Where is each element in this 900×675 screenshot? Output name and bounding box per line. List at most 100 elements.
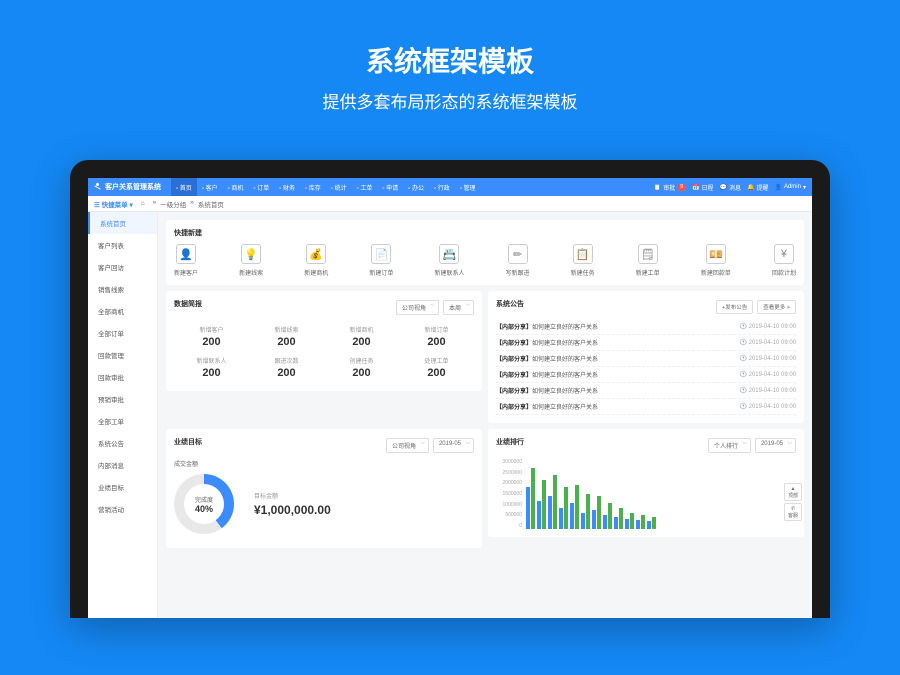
scroll-top-button[interactable]: ▲顶部 [784,483,802,501]
topnav-item[interactable]: ▫ 申请 [377,178,403,196]
goal-month-select[interactable]: 2019-05 [433,438,474,453]
quickcreate-item[interactable]: 📄新建订单 [369,244,393,277]
quickcreate-item[interactable]: 👤新建客户 [174,244,198,277]
target-amount: ¥1,000,000.00 [254,503,331,517]
sidebar-item[interactable]: 系统公告 [88,432,157,454]
sidebar-item[interactable]: 全部工单 [88,410,157,432]
quickcreate-item[interactable]: 🗒新建工单 [636,244,660,277]
sidebar-item[interactable]: 全部订单 [88,322,157,344]
app-logo[interactable]: 客户关系管理系统 [94,182,161,192]
qc-icon: 📇 [439,244,459,264]
topnav-item[interactable]: ▫ 首页 [171,178,197,196]
sidebar-item[interactable]: 营销活动 [88,498,157,520]
content-area: 快捷新建 👤新建客户 💡新建线索 💰新建商机 📄新建订单 📇新建联系人 ✏写新跟进 📋新建任… [158,212,812,618]
sidebar-item[interactable]: 客户回访 [88,256,157,278]
chart-bar [647,521,651,529]
sub-bar: ☰ 快捷菜单 ▾ ⌂ » 一级分组 » 系统首页 [88,196,812,212]
topnav-item[interactable]: ▫ 办公 [403,178,429,196]
notice-item[interactable]: 【内部分享】如何建立良好的客户关系🕐 2019-04-10 09:00 [496,383,796,399]
qc-icon: 🗒 [638,244,658,264]
stat-item: 新增订单200 [399,321,474,352]
qc-icon: ✏ [508,244,528,264]
publish-notice-button[interactable]: +发布公告 [716,300,753,314]
chart-bar [581,513,585,529]
chart-bar [608,503,612,529]
quickcreate-item[interactable]: ¥回款计划 [772,244,796,277]
topnav-item[interactable]: ▫ 订单 [248,178,274,196]
schedule-link[interactable]: 📅日程 [692,183,714,192]
target-label: 目标金额 [254,491,331,500]
topnav-item[interactable]: ▫ 商机 [223,178,249,196]
chart-bar [597,496,601,529]
view-more-button[interactable]: 查看更多 > [757,300,796,314]
stat-item: 新增联系人200 [174,352,249,383]
notice-item[interactable]: 【内部分享】如何建立良好的客户关系🕐 2019-04-10 09:00 [496,399,796,415]
chart-bar [603,515,607,529]
sidebar-item[interactable]: 内部消息 [88,454,157,476]
notice-item[interactable]: 【内部分享】如何建立良好的客户关系🕐 2019-04-10 09:00 [496,367,796,383]
sidebar-item[interactable]: 回款管理 [88,344,157,366]
top-bar: 客户关系管理系统 ▫ 首页▫ 客户▫ 商机▫ 订单▫ 财务▫ 库存▫ 统计▫ 工… [88,178,812,196]
chart-bar [559,508,563,529]
topnav-item[interactable]: ▫ 客户 [197,178,223,196]
chart-bar [625,519,629,530]
reminder-link[interactable]: 🔔提醒 [747,183,769,192]
databrief-card: 数据简报 公司视角 本周 新增客户200新增线索200新增商机200新增订单20… [166,291,482,391]
approval-badge: 9 [677,184,686,191]
stat-item: 新增商机200 [324,321,399,352]
quickcreate-item[interactable]: 📋新建任务 [571,244,595,277]
logo-icon [94,183,102,191]
quickcreate-item[interactable]: 💡新建线索 [239,244,263,277]
notice-item[interactable]: 【内部分享】如何建立良好的客户关系🕐 2019-04-10 09:00 [496,319,796,335]
goal-card: 业绩目标 公司视角 2019-05 成交金额 完成度40% 目标金额 [166,429,482,548]
user-menu[interactable]: 👤Admin▾ [774,184,806,191]
sidebar-item[interactable]: 系统首页 [88,212,157,234]
stat-item: 新增线索200 [249,321,324,352]
sidebar-item[interactable]: 全部商机 [88,300,157,322]
support-button[interactable]: ✆客服 [784,503,802,521]
quickmenu-toggle[interactable]: ☰ 快捷菜单 ▾ [94,199,133,209]
databrief-scope-select[interactable]: 公司视角 [396,300,439,315]
chart-bar [592,510,596,529]
quickcreate-item[interactable]: 💴新建回款单 [701,244,731,277]
notice-title: 系统公告 [496,299,524,309]
sidebar-item[interactable]: 业绩目标 [88,476,157,498]
goal-scope-select[interactable]: 公司视角 [386,438,429,453]
qc-icon: ¥ [774,244,794,264]
chart-bar [570,503,574,529]
top-nav: ▫ 首页▫ 客户▫ 商机▫ 订单▫ 财务▫ 库存▫ 统计▫ 工单▫ 申请▫ 办公… [171,178,654,196]
message-link[interactable]: 💬消息 [719,183,741,192]
qc-icon: 👤 [176,244,196,264]
quickcreate-title: 快捷新建 [174,228,796,238]
notice-item[interactable]: 【内部分享】如何建立良好的客户关系🕐 2019-04-10 09:00 [496,351,796,367]
approval-link[interactable]: 📋审批9 [654,183,686,192]
rank-title: 业绩排行 [496,437,524,447]
chart-bar [641,515,645,529]
topnav-item[interactable]: ▫ 统计 [326,178,352,196]
stat-item: 处理工单200 [399,352,474,383]
chart-bar [564,487,568,529]
quickcreate-item[interactable]: ✏写新跟进 [506,244,530,277]
sidebar-item[interactable]: 回款审批 [88,366,157,388]
chart-bar [619,508,623,529]
rank-scope-select[interactable]: 个人排行 [708,438,751,453]
rank-month-select[interactable]: 2019-05 [755,438,796,453]
topnav-item[interactable]: ▫ 财务 [274,178,300,196]
sidebar-item[interactable]: 客户列表 [88,234,157,256]
topnav-item[interactable]: ▫ 工单 [352,178,378,196]
quickcreate-item[interactable]: 💰新建商机 [304,244,328,277]
chart-bar [542,480,546,529]
home-icon[interactable]: ⌂ [141,200,145,207]
sidebar-item[interactable]: 销售线索 [88,278,157,300]
topnav-item[interactable]: ▫ 管理 [455,178,481,196]
topnav-item[interactable]: ▫ 行政 [429,178,455,196]
sidebar-item[interactable]: 预销审批 [88,388,157,410]
goal-donut-chart: 完成度40% [174,474,234,534]
chart-bar [630,513,634,529]
quickcreate-item[interactable]: 📇新建联系人 [434,244,464,277]
topnav-item[interactable]: ▫ 库存 [300,178,326,196]
chart-bar [586,494,590,529]
chart-bar [526,487,530,529]
databrief-period-select[interactable]: 本周 [443,300,474,315]
notice-item[interactable]: 【内部分享】如何建立良好的客户关系🕐 2019-04-10 09:00 [496,335,796,351]
